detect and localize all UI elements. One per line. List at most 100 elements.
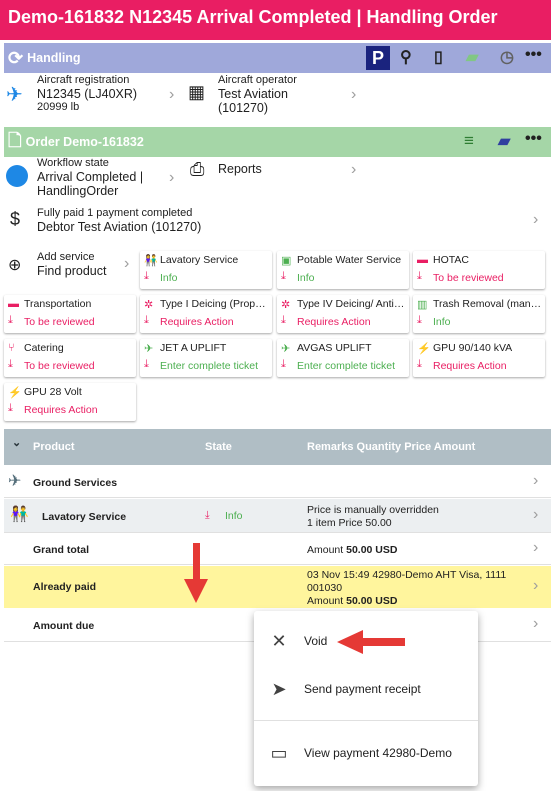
move-folder-icon[interactable]: ▰ (498, 131, 510, 151)
aircraft-row: ✈ Aircraft registration N12345 (LJ40XR) … (4, 74, 551, 124)
service-state: Info (297, 272, 315, 284)
service-state: To be reviewed (433, 272, 504, 284)
service-card[interactable]: ✈ ⤓ JET A UPLIFT Enter complete ticket (140, 339, 272, 377)
landing-icon: ⤓ (417, 270, 422, 282)
chevron-right-icon[interactable]: › (533, 506, 538, 524)
service-name: AVGAS UPLIFT (297, 342, 372, 354)
hotel-icon: ▬ (417, 254, 428, 266)
paid-amount: Amount 50.00 USD (307, 595, 397, 607)
grand-total-row[interactable]: Grand total Amount 50.00 USD › (4, 534, 551, 565)
chevron-down-icon[interactable]: ⌄ (12, 436, 21, 449)
service-name: Lavatory Service (160, 254, 239, 266)
history-icon[interactable]: ◷ (500, 47, 514, 67)
order-label: Order Demo-161832 (25, 135, 144, 149)
handling-label: Handling (27, 51, 81, 65)
parking-icon[interactable]: P (366, 46, 390, 70)
header-state[interactable]: State (205, 441, 232, 453)
workflow-state[interactable]: Workflow state Arrival Completed | Handl… (37, 157, 162, 198)
order-bar: 🗋 Order Demo-161832 ≡ ▰ ••• (4, 127, 551, 157)
service-name: JET A UPLIFT (160, 342, 227, 354)
service-state: Requires Action (24, 404, 98, 416)
menu-divider (254, 720, 478, 721)
service-card[interactable]: ⚡ ⤓ GPU 90/140 kVA Requires Action (413, 339, 545, 377)
window-title: Demo-161832 N12345 Arrival Completed | H… (0, 0, 551, 40)
landing-icon: ⤓ (144, 358, 149, 370)
reports-link[interactable]: Reports (218, 162, 262, 176)
amount-prefix: Amount (307, 595, 344, 607)
airplane-icon: ✈ (6, 84, 23, 106)
landing-icon: ⤓ (144, 314, 149, 326)
chevron-right-icon[interactable]: › (533, 577, 538, 595)
payment-status: Fully paid 1 payment completed (37, 207, 193, 219)
op-value: Test Aviation (101270) (218, 87, 288, 115)
workflow-label: Workflow state (37, 157, 109, 169)
send-receipt-menu-item[interactable]: ➤ Send payment receipt (254, 669, 478, 709)
airplane-icon: ✈ (281, 343, 291, 355)
payment-row[interactable]: $ Fully paid 1 payment completed Debtor … (4, 205, 551, 241)
debtor-value: Debtor Test Aviation (101270) (37, 220, 202, 234)
aircraft-reg[interactable]: Aircraft registration N12345 (LJ40XR) 20… (37, 74, 137, 114)
service-name: HOTAC (433, 254, 469, 266)
service-state: Requires Action (160, 316, 234, 328)
chevron-right-icon[interactable]: › (169, 86, 174, 104)
header-rest[interactable]: Remarks Quantity Price Amount (307, 441, 475, 453)
restroom-icon: 👫 (144, 255, 158, 267)
service-card[interactable]: ▬ ⤓ HOTAC To be reviewed (413, 251, 545, 289)
service-state: Info (160, 272, 178, 284)
view-label: View payment 42980-Demo (304, 746, 452, 760)
chevron-right-icon[interactable]: › (124, 255, 129, 273)
car-icon: ▬ (8, 298, 19, 310)
sync-icon[interactable]: ⟳ (8, 48, 23, 69)
service-card[interactable]: ✲ ⤓ Type I Deicing (Propylene glycol) Requi… (140, 295, 272, 333)
playlist-add-icon[interactable]: ≡ (464, 131, 474, 151)
service-name: Type IV Deicing/ Anti-icing (297, 298, 406, 310)
service-card[interactable]: ▥ ⤓ Trash Removal (manual) Info (413, 295, 545, 333)
header-product[interactable]: Product (33, 441, 75, 453)
lav-state: Info (225, 510, 243, 522)
chevron-right-icon[interactable]: › (533, 539, 538, 557)
reg-label: Aircraft registration (37, 74, 130, 86)
lav-remark: Price is manually overridden (307, 504, 439, 516)
title-text: Demo-161832 N12345 Arrival Completed | H… (8, 7, 498, 27)
phone-off-icon[interactable]: ▯ (434, 47, 443, 67)
reg-value: N12345 (LJ40XR) (37, 87, 138, 101)
group-row[interactable]: ✈ Ground Services › (4, 465, 551, 498)
group-label: Ground Services (33, 477, 118, 489)
service-card[interactable]: ⚡ ⤓ GPU 28 Volt Requires Action (4, 383, 136, 421)
chevron-right-icon[interactable]: › (169, 169, 174, 187)
person-search-icon[interactable]: ⚲ (400, 47, 412, 67)
chevron-right-icon[interactable]: › (533, 472, 538, 490)
service-card[interactable]: ✲ ⤓ Type IV Deicing/ Anti-icing Requires Ac… (277, 295, 409, 333)
landing-icon: ⤓ (8, 358, 13, 370)
service-card[interactable]: ✈ ⤓ AVGAS UPLIFT Enter complete ticket (277, 339, 409, 377)
service-card[interactable]: ▬ ⤓ Transportation To be reviewed (4, 295, 136, 333)
aircraft-operator[interactable]: Aircraft operator Test Aviation (101270) (218, 74, 308, 115)
table-row[interactable]: 👫 Lavatory Service ⤓ Info Price is manua… (4, 499, 551, 533)
snowflake-icon: ✲ (281, 299, 291, 311)
due-label: Amount due (33, 620, 95, 632)
chevron-right-icon[interactable]: › (533, 615, 538, 633)
landing-icon: ⤓ (281, 358, 286, 370)
down-arrow-annotation (184, 543, 208, 603)
grand-amount: Amount 50.00 USD (307, 544, 397, 556)
folder-add-icon[interactable]: ▰ (466, 47, 478, 67)
view-payment-menu-item[interactable]: ▭ View payment 42980-Demo (254, 733, 478, 773)
more-icon[interactable]: ••• (525, 130, 542, 148)
snowflake-icon: ✲ (144, 299, 154, 311)
already-paid-row[interactable]: Already paid 03 Nov 15:49 42980-Demo AHT… (4, 566, 551, 608)
add-service-label: Add service (37, 251, 95, 263)
service-card[interactable]: ▣ ⤓ Potable Water Service Info (277, 251, 409, 289)
chevron-right-icon[interactable]: › (351, 161, 356, 179)
restroom-icon: 👫 (10, 506, 29, 523)
print-icon: ⎙ (190, 159, 205, 179)
more-icon[interactable]: ••• (525, 46, 542, 64)
service-card[interactable]: ⑂ ⤓ Catering To be reviewed (4, 339, 136, 377)
chevron-right-icon[interactable]: › (351, 86, 356, 104)
workflow-icon (6, 165, 28, 187)
service-card[interactable]: 👫 ⤓ Lavatory Service Info (140, 251, 272, 289)
service-name: Potable Water Service (297, 254, 402, 266)
service-name: GPU 90/140 kVA (433, 342, 513, 354)
chevron-right-icon[interactable]: › (533, 211, 538, 229)
find-product: Find product (37, 264, 107, 278)
service-name: GPU 28 Volt (24, 386, 82, 398)
